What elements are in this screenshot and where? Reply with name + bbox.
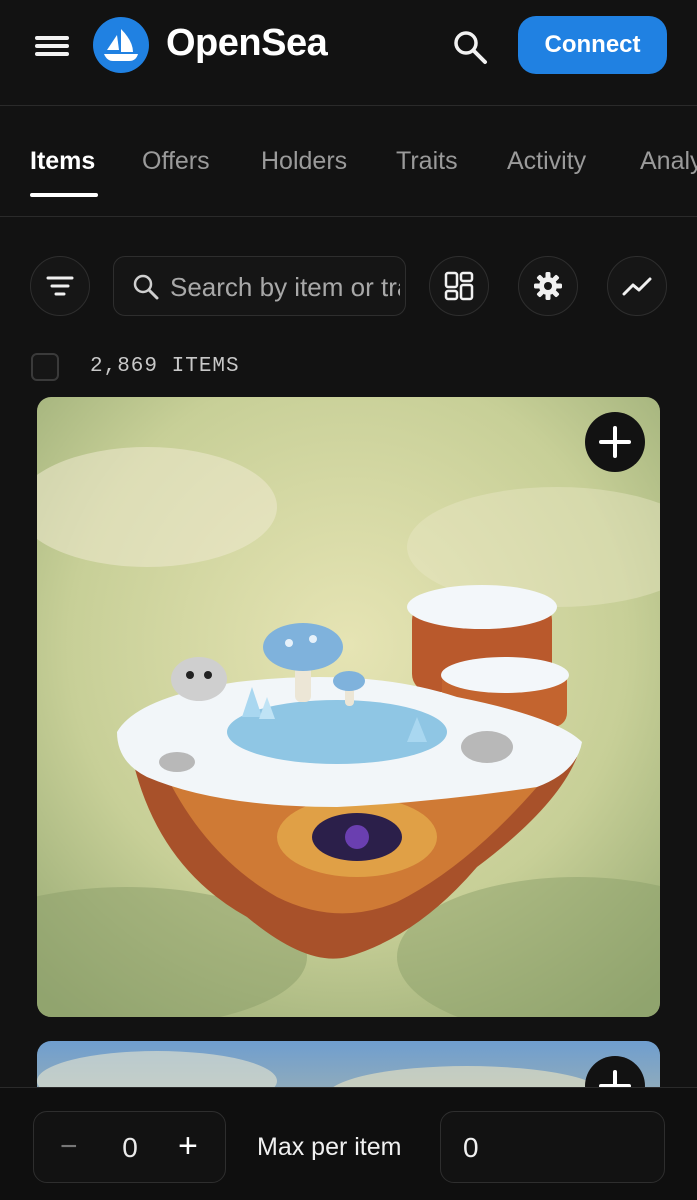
tab-items[interactable]: Items <box>30 147 95 176</box>
connect-button[interactable]: Connect <box>518 16 667 74</box>
grid-layout-icon <box>444 271 474 301</box>
tab-holders[interactable]: Holders <box>261 147 347 176</box>
filter-icon <box>46 276 74 296</box>
search-icon <box>133 274 159 300</box>
tab-traits[interactable]: Traits <box>396 147 458 176</box>
hamburger-menu-icon[interactable] <box>33 32 71 60</box>
search-icon[interactable] <box>450 27 490 67</box>
increment-button[interactable]: + <box>178 1129 204 1163</box>
analytics-button[interactable] <box>607 256 667 316</box>
settings-button[interactable] <box>518 256 578 316</box>
gear-icon <box>534 272 562 300</box>
tab-activity[interactable]: Activity <box>507 147 586 176</box>
max-per-item-label: Max per item <box>257 1133 402 1161</box>
floating-snow-island-artwork <box>37 397 660 1017</box>
quantity-stepper: − 0 + <box>33 1111 226 1183</box>
search-input[interactable] <box>170 267 400 307</box>
brand-name[interactable]: OpenSea <box>166 22 328 65</box>
add-to-cart-button[interactable] <box>585 412 645 472</box>
plus-icon <box>599 426 631 458</box>
max-per-item-field[interactable] <box>440 1111 665 1183</box>
opensea-logo-icon[interactable] <box>93 17 149 73</box>
trending-chart-icon <box>622 277 652 296</box>
decrement-button[interactable]: − <box>60 1132 82 1162</box>
top-header: OpenSea Connect <box>0 0 697 106</box>
select-all-checkbox[interactable] <box>31 353 59 381</box>
item-count: 2,869 ITEMS <box>90 355 240 378</box>
filter-button[interactable] <box>30 256 90 316</box>
tab-analytics[interactable]: Analy <box>640 147 697 176</box>
grid-layout-button[interactable] <box>429 256 489 316</box>
max-per-item-input[interactable] <box>463 1130 643 1166</box>
nft-card[interactable] <box>37 397 660 1017</box>
collection-tabs: Items Offers Holders Traits Activity Ana… <box>0 107 697 217</box>
collection-page: OpenSea Connect Items Offers Holders Tra… <box>0 0 697 1200</box>
item-search-box[interactable] <box>113 256 406 316</box>
tab-offers[interactable]: Offers <box>142 147 210 176</box>
sweep-bottom-bar: − 0 + Max per item <box>0 1087 697 1200</box>
quantity-value[interactable]: 0 <box>120 1132 140 1164</box>
active-tab-indicator <box>30 193 98 197</box>
